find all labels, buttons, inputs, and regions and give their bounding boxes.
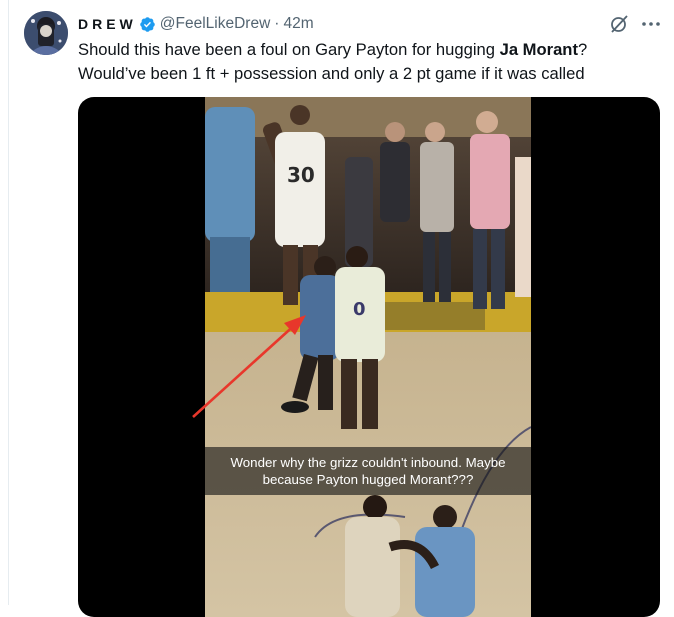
mention-bold: Ja Morant — [499, 40, 578, 59]
tweet-header: DREW @FeelLikeDrew · 42m — [78, 13, 314, 35]
more-icon[interactable] — [640, 13, 662, 35]
tweet-text-line2: Would’ve been 1 ft + possession and only… — [78, 64, 585, 83]
tweet-text: Should this have been a foul on Gary Pay… — [78, 38, 658, 86]
grok-icon[interactable] — [608, 13, 630, 35]
timeline-border — [8, 0, 9, 605]
author-handle[interactable]: @FeelLikeDrew — [160, 15, 271, 33]
display-name[interactable]: DREW — [78, 16, 137, 32]
tweet-media[interactable]: 30 0 Wonder why the grizz couldn't inbou… — [78, 97, 660, 617]
tweet-text-line1: Should this have been a foul on Gary Pay… — [78, 40, 588, 59]
verified-badge-icon — [140, 16, 155, 32]
separator-dot: · — [274, 15, 280, 32]
annotation-arrow-icon — [192, 315, 306, 418]
avatar[interactable] — [24, 11, 68, 55]
timestamp[interactable]: 42m — [283, 15, 313, 33]
